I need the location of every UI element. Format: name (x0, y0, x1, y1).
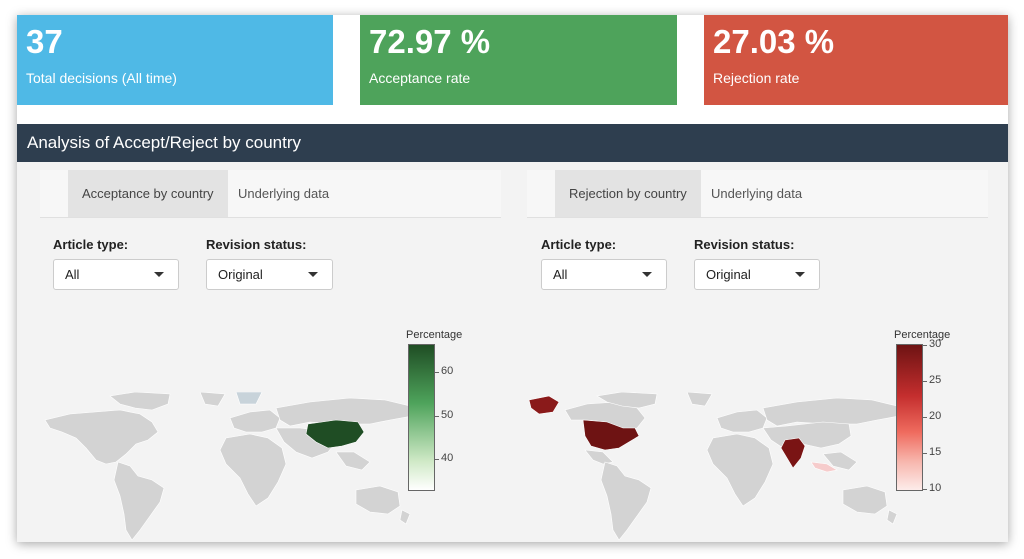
chevron-down-icon (642, 272, 652, 277)
colorbar-tick: 15 (929, 446, 942, 458)
rejection-world-map[interactable] (527, 392, 902, 542)
colorbar-title: Percentage (406, 329, 463, 341)
article-type-label: Article type: (53, 237, 129, 252)
value-box-total-decisions: 37 Total decisions (All time) (17, 15, 333, 105)
colorbar-tick: 20 (929, 410, 942, 422)
dashboard-frame: 37 Total decisions (All time) 72.97 % Ac… (17, 15, 1008, 542)
rejection-panel: Rejection by country Underlying data Art… (527, 162, 988, 542)
chevron-down-icon (154, 272, 164, 277)
panel-title: Analysis of Accept/Reject by country (17, 124, 1008, 162)
map-country (229, 409, 281, 433)
tab-bar: Rejection by country Underlying data (527, 170, 988, 218)
map-country (235, 392, 263, 405)
tab-bar: Acceptance by country Underlying data (40, 170, 501, 218)
value-box-acceptance-rate: 72.97 % Acceptance rate (360, 15, 677, 105)
map-country (199, 392, 226, 407)
map-country (355, 485, 401, 515)
map-country-united-states (528, 395, 560, 415)
value-box-label: Rejection rate (713, 70, 800, 86)
article-type-value: All (65, 267, 80, 282)
tab-underlying-data[interactable]: Underlying data (697, 170, 816, 217)
map-country (762, 421, 852, 449)
colorbar-tick: 30 (929, 338, 942, 350)
revision-status-label: Revision status: (694, 237, 795, 252)
tab-underlying-data[interactable]: Underlying data (224, 170, 343, 217)
colorbar-tick: 60 (441, 365, 454, 377)
article-type-select[interactable]: All (53, 259, 179, 290)
colorbar-tick: 40 (441, 452, 454, 464)
article-type-label: Article type: (541, 237, 617, 252)
map-country (113, 461, 165, 541)
tab-rejection-by-country[interactable]: Rejection by country (555, 170, 701, 217)
revision-status-select[interactable]: Original (206, 259, 333, 290)
value-box-number: 27.03 % (713, 23, 835, 60)
value-box-number: 37 (26, 23, 63, 60)
chevron-down-icon (795, 272, 805, 277)
map-country (584, 449, 614, 465)
colorbar-tick: 50 (441, 409, 454, 421)
map-country (219, 433, 287, 507)
colorbar-tick: 10 (929, 482, 942, 494)
map-country (600, 461, 652, 541)
revision-status-label: Revision status: (206, 237, 307, 252)
article-type-value: All (553, 267, 568, 282)
acceptance-world-map[interactable] (40, 392, 415, 542)
article-type-select[interactable]: All (541, 259, 667, 290)
rejection-colorbar (896, 344, 923, 491)
map-country (842, 485, 888, 515)
acceptance-colorbar (408, 344, 435, 491)
map-country (399, 509, 411, 525)
revision-status-value: Original (706, 267, 751, 282)
chevron-down-icon (308, 272, 318, 277)
panel-body: Acceptance by country Underlying data Ar… (17, 162, 1008, 542)
map-country (686, 392, 713, 407)
map-country (335, 451, 371, 471)
colorbar-tick: 25 (929, 374, 942, 386)
map-country-india (780, 437, 806, 469)
value-box-rejection-rate: 27.03 % Rejection rate (704, 15, 1008, 105)
revision-status-select[interactable]: Original (694, 259, 820, 290)
tab-acceptance-by-country[interactable]: Acceptance by country (68, 170, 228, 217)
value-box-number: 72.97 % (369, 23, 491, 60)
map-country (44, 409, 159, 465)
acceptance-panel: Acceptance by country Underlying data Ar… (40, 162, 501, 542)
revision-status-value: Original (218, 267, 263, 282)
map-country (762, 397, 900, 427)
colorbar-title: Percentage (894, 329, 951, 341)
map-country (706, 433, 774, 507)
map-country (716, 409, 768, 433)
value-box-label: Acceptance rate (369, 70, 471, 86)
map-country (109, 392, 171, 411)
value-box-label: Total decisions (All time) (26, 70, 177, 86)
map-country (886, 509, 898, 525)
